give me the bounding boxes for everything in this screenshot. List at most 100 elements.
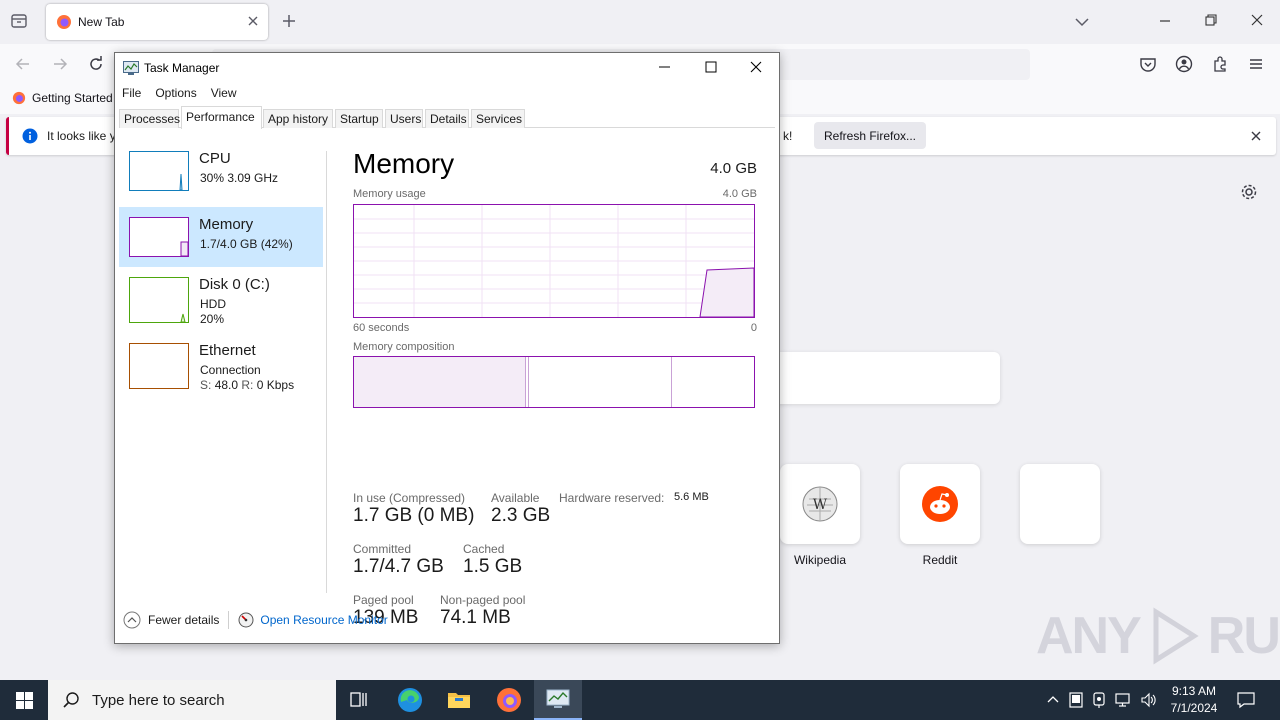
refresh-firefox-button[interactable]: Refresh Firefox...	[814, 122, 926, 149]
task-manager-window: Task Manager File Options View Processes…	[114, 52, 780, 644]
window-title: Task Manager	[144, 61, 220, 75]
new-tab-plus-icon[interactable]	[280, 12, 298, 30]
bookmark-getting-started[interactable]: Getting Started	[12, 91, 113, 105]
hamburger-menu-icon[interactable]	[1247, 55, 1265, 73]
volume-icon[interactable]	[1140, 692, 1156, 708]
browser-minimize-icon[interactable]	[1157, 12, 1173, 28]
sidebar-item-label: Memory	[199, 216, 254, 233]
tab-strip: Processes Performance App history Startu…	[119, 106, 775, 129]
graph-time-right: 0	[750, 322, 757, 334]
top-site-empty[interactable]	[1020, 464, 1100, 544]
system-tray	[1046, 680, 1156, 720]
composition-label: Memory composition	[353, 341, 455, 353]
taskbar-search-box[interactable]: Type here to search	[48, 680, 336, 720]
cached-label: Cached	[463, 542, 505, 556]
forward-arrow-icon[interactable]	[51, 55, 69, 73]
sidebar-item-detail-2: S: 48.0 R: 0 Kbps	[200, 378, 295, 392]
sidebar-item-label: CPU	[199, 150, 231, 167]
gear-icon[interactable]	[1240, 183, 1258, 201]
hardware-reserved-label: Hardware reserved:	[559, 491, 665, 505]
back-arrow-icon[interactable]	[14, 55, 32, 73]
clock-date: 7/1/2024	[1170, 701, 1218, 715]
hardware-reserved-value: 5.6 MB	[674, 491, 709, 503]
device-icon[interactable]	[1092, 692, 1106, 708]
menu-file[interactable]: File	[115, 83, 148, 103]
menu-options[interactable]: Options	[148, 83, 203, 103]
tab-details[interactable]: Details	[425, 109, 469, 128]
account-icon[interactable]	[1175, 55, 1193, 73]
newtab-search-box[interactable]	[760, 352, 1000, 404]
browser-close-icon[interactable]	[1249, 12, 1265, 28]
sidebar-divider	[326, 151, 327, 593]
sidebar-item-label: Ethernet	[199, 342, 256, 359]
task-view-icon	[350, 691, 370, 709]
task-view-button[interactable]	[336, 680, 384, 720]
tab-app-history[interactable]: App history	[263, 109, 333, 128]
tab-services[interactable]: Services	[471, 109, 525, 128]
start-button[interactable]	[0, 680, 48, 720]
sidebar-item-ethernet[interactable]: Ethernet Connection S: 48.0 R: 0 Kbps	[119, 333, 323, 393]
task-manager-app-icon	[123, 61, 139, 75]
windows-logo-icon	[15, 691, 33, 709]
taskbar-firefox[interactable]	[485, 680, 533, 720]
browser-restore-icon[interactable]	[1203, 12, 1219, 28]
taskbar-edge[interactable]	[386, 680, 434, 720]
anyrun-watermark: ANY RUN	[1036, 607, 1280, 665]
chevron-up-circle-icon	[123, 611, 141, 629]
panel-title: Memory	[353, 148, 455, 179]
in-use-label: In use (Compressed)	[353, 491, 466, 505]
sidebar-item-disk[interactable]: Disk 0 (C:) HDD 20%	[119, 267, 323, 327]
taskbar-clock[interactable]: 9:13 AM 7/1/2024	[1168, 683, 1220, 717]
minimize-icon[interactable]	[657, 59, 673, 75]
firefox-logo-icon	[496, 687, 522, 713]
sidebar-item-cpu[interactable]: CPU 30% 3.09 GHz	[119, 147, 323, 207]
close-icon[interactable]	[748, 59, 764, 75]
tab-performance[interactable]: Performance	[181, 106, 262, 129]
network-icon[interactable]	[1115, 692, 1131, 708]
tab-users[interactable]: Users	[385, 109, 423, 128]
non-paged-pool-value: 74.1 MB	[440, 607, 511, 628]
disk-thumbnail-graph	[129, 277, 189, 323]
task-manager-titlebar[interactable]: Task Manager	[115, 53, 779, 83]
footer-separator	[228, 611, 230, 629]
search-placeholder: Type here to search	[92, 691, 225, 709]
tab-startup[interactable]: Startup	[335, 109, 383, 128]
extensions-icon[interactable]	[1211, 55, 1229, 73]
performance-sidebar: CPU 30% 3.09 GHz Memory 1.7/4.0 GB (42%)…	[119, 139, 325, 599]
browser-tab-new-tab[interactable]: New Tab	[46, 4, 268, 40]
open-resource-monitor-link[interactable]: Open Resource Monitor	[238, 612, 388, 628]
tablet-icon[interactable]	[1069, 692, 1083, 708]
notification-text-end: k!	[783, 129, 793, 143]
tab-title: New Tab	[78, 15, 125, 29]
sidebar-item-detail: HDD	[200, 297, 226, 311]
maximize-icon[interactable]	[703, 59, 719, 75]
taskbar-file-explorer[interactable]	[435, 680, 483, 720]
resource-monitor-icon	[238, 612, 254, 628]
chevron-down-icon[interactable]	[1074, 14, 1090, 30]
menu-view[interactable]: View	[204, 83, 244, 103]
notification-center-icon[interactable]	[1236, 690, 1256, 710]
reload-icon[interactable]	[87, 55, 105, 73]
close-tab-icon[interactable]	[246, 14, 260, 28]
tab-processes[interactable]: Processes	[119, 109, 180, 128]
top-site-wikipedia[interactable]: W	[780, 464, 860, 544]
sidebar-item-detail: 30% 3.09 GHz	[200, 171, 279, 185]
available-value: 2.3 GB	[491, 505, 551, 526]
taskbar-task-manager[interactable]	[534, 680, 582, 720]
chevron-up-icon[interactable]	[1046, 693, 1060, 707]
top-site-label: Wikipedia	[793, 553, 847, 567]
composition-free	[672, 357, 754, 407]
reddit-logo-icon	[921, 485, 959, 523]
sidebar-item-memory[interactable]: Memory 1.7/4.0 GB (42%)	[119, 207, 323, 267]
wikipedia-logo-icon: W	[801, 485, 839, 523]
composition-standby	[529, 357, 672, 407]
bookmark-label: Getting Started	[32, 91, 113, 105]
top-site-reddit[interactable]	[900, 464, 980, 544]
ethernet-thumbnail-graph	[129, 343, 189, 389]
fewer-details-button[interactable]: Fewer details	[123, 611, 219, 629]
list-all-tabs-icon[interactable]	[10, 12, 28, 30]
sidebar-item-label: Disk 0 (C:)	[199, 276, 270, 293]
search-icon	[62, 691, 80, 709]
close-notification-icon[interactable]	[1250, 130, 1262, 142]
pocket-icon[interactable]	[1139, 55, 1157, 73]
